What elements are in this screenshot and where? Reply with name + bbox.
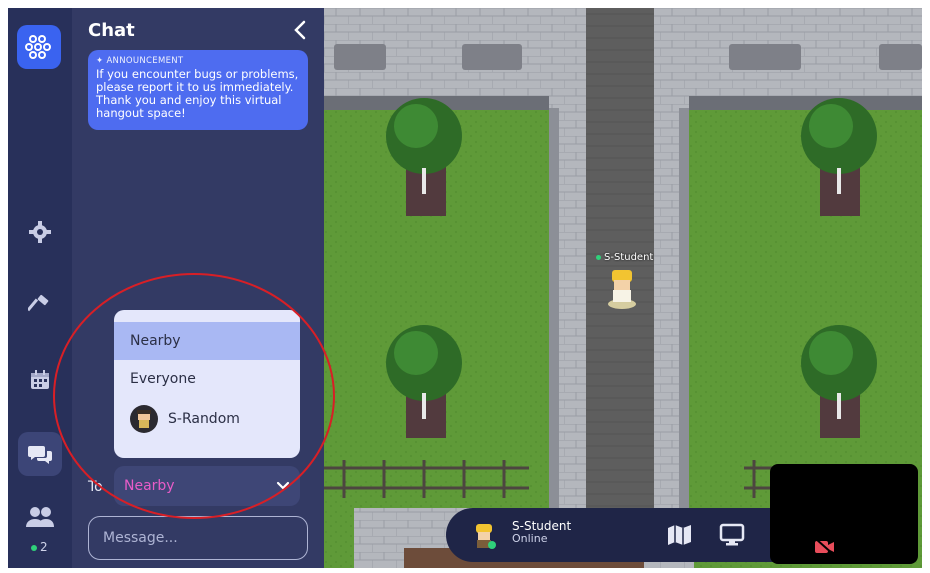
participant-count: 2 <box>31 540 48 554</box>
option-nearby[interactable]: Nearby <box>114 322 300 360</box>
camera-off-icon[interactable] <box>814 538 836 556</box>
message-field[interactable] <box>88 516 308 560</box>
chat-title: Chat <box>88 20 135 41</box>
map-icon <box>668 525 691 545</box>
avatar <box>130 405 158 433</box>
left-rail: 2 <box>8 8 72 568</box>
hammer-icon <box>28 294 49 312</box>
video-preview[interactable] <box>770 464 918 564</box>
option-label: S-Random <box>168 411 240 427</box>
chat-button[interactable] <box>18 432 62 476</box>
recipient-dropdown-menu: Nearby Everyone S-Random <box>114 310 300 458</box>
user-avatar-icon <box>137 410 151 428</box>
option-label: Everyone <box>130 371 196 387</box>
settings-button[interactable] <box>18 210 62 254</box>
announcement-label: ANNOUNCEMENT <box>106 56 184 66</box>
pin-icon: ✦ <box>96 56 107 66</box>
participant-count-value: 2 <box>40 540 48 554</box>
recipient-value: Nearby <box>124 478 175 494</box>
option-everyone[interactable]: Everyone <box>114 360 300 398</box>
message-input[interactable] <box>101 529 295 547</box>
avatar[interactable] <box>470 520 498 550</box>
player-avatar-icon <box>476 524 496 549</box>
chat-icon <box>28 446 52 464</box>
gear-icon <box>29 221 51 243</box>
screen-share-icon <box>719 523 745 546</box>
online-dot <box>596 254 601 260</box>
calendar-button[interactable] <box>18 358 62 402</box>
announcement-text: If you encounter bugs or problems, pleas… <box>96 67 299 120</box>
logo-icon <box>25 35 51 59</box>
app-logo[interactable] <box>17 25 61 69</box>
online-dot <box>31 544 37 551</box>
player-name-label: S-Student <box>596 252 653 263</box>
chevron-down-icon <box>276 481 290 490</box>
chat-panel: Chat ✦ ANNOUNCEMENT If you encounter bug… <box>72 8 324 568</box>
map-button[interactable] <box>666 521 694 549</box>
recipient-select[interactable]: Nearby <box>114 466 300 506</box>
chevron-left-icon <box>294 20 306 40</box>
screen-share-button[interactable] <box>718 521 746 549</box>
participants-button[interactable] <box>18 500 62 534</box>
player-name-text: S-Student <box>604 252 654 263</box>
status-name: S-Student <box>512 519 572 533</box>
build-button[interactable] <box>18 284 62 328</box>
status-bar: S-Student Online <box>446 508 816 562</box>
option-label: Nearby <box>130 333 181 349</box>
app-window: 2 Chat ✦ ANNOUNCEMENT If you encounter b… <box>8 8 922 568</box>
announcement-header: ✦ ANNOUNCEMENT <box>96 56 300 66</box>
status-text: Online <box>512 532 548 545</box>
calendar-icon <box>31 370 49 389</box>
collapse-chat-button[interactable] <box>290 18 310 42</box>
announcement-banner: ✦ ANNOUNCEMENT If you encounter bugs or … <box>88 50 308 130</box>
people-icon <box>26 507 54 527</box>
to-label: To <box>88 479 103 495</box>
option-user[interactable]: S-Random <box>114 398 300 440</box>
